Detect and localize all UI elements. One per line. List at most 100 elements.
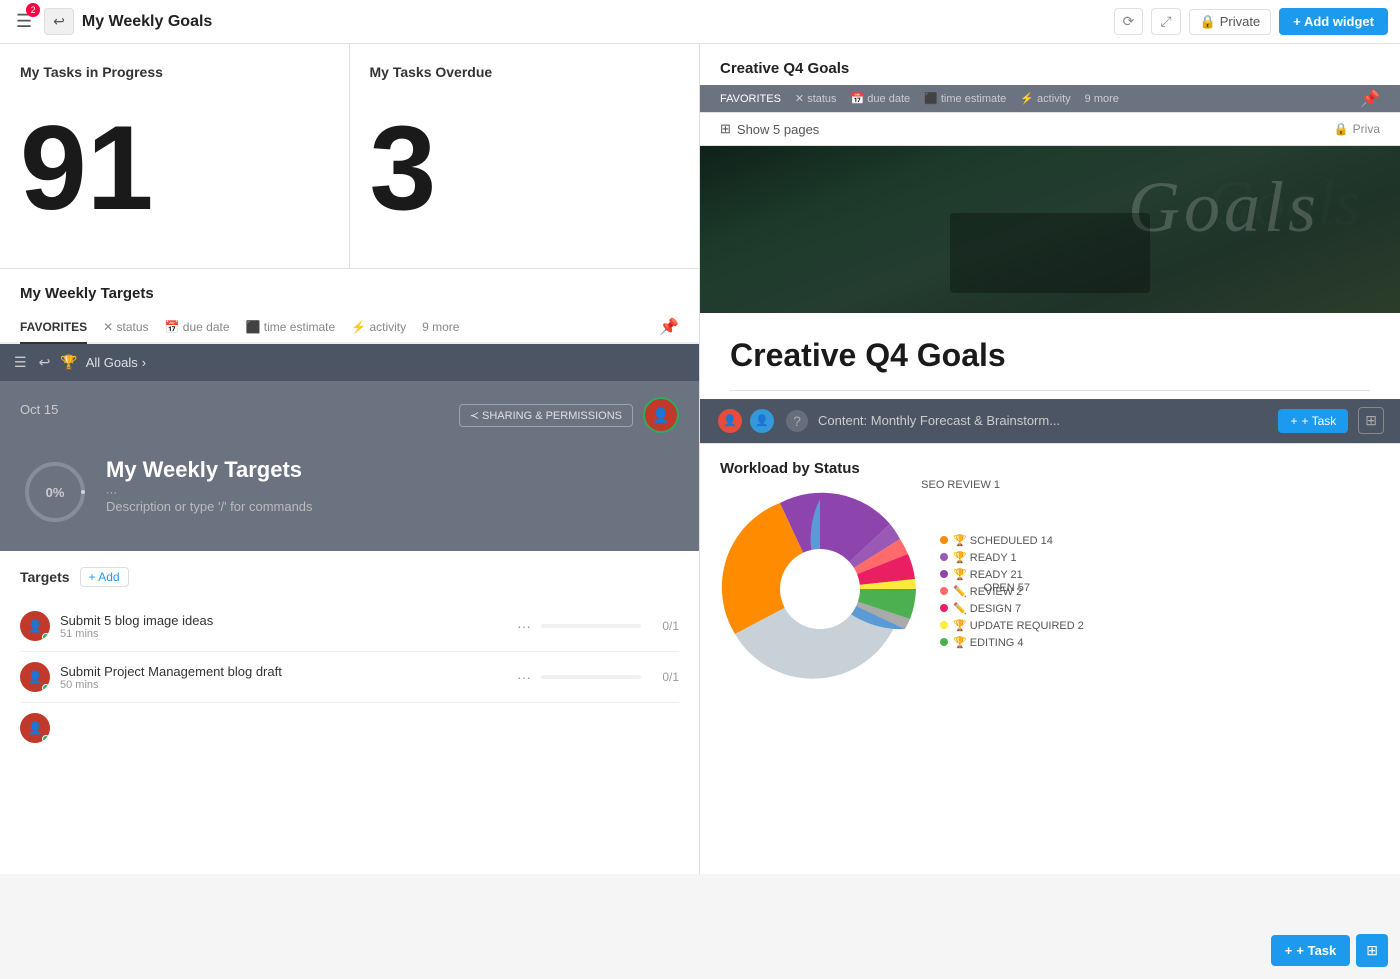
fullscreen-button[interactable]: ⤢ — [1151, 8, 1180, 35]
chevron-right-icon: › — [142, 355, 146, 370]
target-online-dot-2 — [42, 684, 50, 692]
private-button[interactable]: 🔒 Private — [1189, 9, 1272, 35]
target-time-1: 51 mins — [60, 628, 507, 640]
inner-goals-panel: ☰ ↩ 🏆 All Goals › Oct 15 ≺ SHARING & PER… — [0, 344, 699, 551]
creative-tab-status[interactable]: ✕ status — [795, 85, 837, 112]
inner-hamburger-button[interactable]: ☰ — [12, 352, 29, 373]
add-task-button[interactable]: + + Task — [1278, 409, 1348, 433]
legend-dot-review — [940, 587, 948, 595]
legend-design: ✏️ DESIGN 7 — [940, 602, 1380, 615]
inner-goals-content: Oct 15 ≺ SHARING & PERMISSIONS 👤 — [0, 381, 699, 551]
right-column: Creative Q4 Goals FAVORITES ✕ status 📅 d… — [700, 44, 1400, 874]
add-target-button[interactable]: + Add — [80, 567, 129, 587]
fab-plus-icon: + — [1285, 943, 1293, 958]
target-dots-1[interactable]: ··· — [517, 618, 531, 634]
tasks-in-progress-widget: My Tasks in Progress 91 — [0, 44, 350, 268]
creative-bottom-bar: 👤 👤 ? Content: Monthly Forecast & Brains… — [700, 399, 1400, 443]
notification-badge: ☰ 2 — [12, 7, 36, 36]
tasks-overdue-widget: My Tasks Overdue 3 — [350, 44, 700, 268]
inner-back-button[interactable]: ↩ — [37, 352, 53, 373]
targets-label: Targets — [20, 569, 70, 585]
target-online-dot-3 — [42, 735, 50, 743]
tab-time-estimate[interactable]: ⬛ time estimate — [246, 312, 336, 342]
workload-title: Workload by Status — [720, 460, 1380, 477]
tasks-overdue-count: 3 — [370, 88, 680, 248]
goal-section: 0% My Weekly Targets ··· Description or … — [20, 449, 679, 535]
private-pages-text: Priva — [1353, 122, 1380, 136]
creative-tab-activity[interactable]: ⚡ activity — [1020, 85, 1070, 112]
legend-dot-editing — [940, 638, 948, 646]
pie-chart-svg — [720, 489, 920, 689]
target-dots-2[interactable]: ··· — [517, 669, 531, 685]
tab-status[interactable]: ✕ status — [103, 312, 148, 342]
target-item-3: 👤 — [20, 703, 679, 753]
tab-favorites[interactable]: FAVORITES — [20, 312, 87, 344]
legend-ready-1: 🏆 READY 1 — [940, 551, 1380, 564]
goal-description: Description or type '/' for commands — [106, 499, 679, 514]
date-label: Oct 15 — [20, 402, 58, 417]
legend-editing: 🏆 EDITING 4 — [940, 636, 1380, 649]
target-progress-bar-1 — [541, 624, 641, 628]
weekly-targets-header: My Weekly Targets — [0, 269, 699, 302]
target-time-2: 50 mins — [60, 679, 507, 691]
page-title: My Weekly Goals — [82, 13, 212, 31]
private-label: Private — [1220, 14, 1260, 29]
breadcrumb-label: All Goals — [86, 355, 138, 370]
inner-goals-header: ☰ ↩ 🏆 All Goals › — [0, 344, 699, 381]
target-progress-bar-2 — [541, 675, 641, 679]
creative-tab-time-estimate[interactable]: ⬛ time estimate — [924, 85, 1006, 112]
add-widget-button[interactable]: + Add widget — [1279, 8, 1388, 35]
fab-grid-button[interactable]: ⊞ — [1356, 934, 1388, 967]
bottom-right-bar: + + Task ⊞ — [1271, 934, 1388, 967]
page-divider — [730, 390, 1370, 391]
content-preview-text: Content: Monthly Forecast & Brainstorm..… — [818, 413, 1268, 428]
target-info-1: Submit 5 blog image ideas 51 mins — [60, 613, 507, 640]
creative-tabs-bar: FAVORITES ✕ status 📅 due date ⬛ time est… — [700, 85, 1400, 113]
legend-dot-scheduled — [940, 536, 948, 544]
target-count-1: 0/1 — [651, 619, 679, 633]
bottom-avatar-2: 👤 — [748, 407, 776, 435]
sharing-permissions-button[interactable]: ≺ SHARING & PERMISSIONS — [459, 404, 633, 427]
help-icon[interactable]: ? — [786, 410, 808, 432]
refresh-button[interactable]: ⟳ — [1114, 8, 1144, 35]
workload-section: Workload by Status — [700, 443, 1400, 875]
tab-more[interactable]: 9 more — [422, 312, 459, 342]
creative-tab-due-date[interactable]: 📅 due date — [851, 85, 911, 112]
creative-page-row: ⊞ Show 5 pages 🔒 Priva — [700, 113, 1400, 146]
pie-chart-container: SEO REVIEW 1 OPEN 57 — [720, 489, 920, 694]
label-open: OPEN 57 — [984, 582, 1030, 594]
legend-update-required: 🏆 UPDATE REQUIRED 2 — [940, 619, 1380, 632]
inner-breadcrumb[interactable]: All Goals › — [86, 355, 146, 370]
user-avatar: 👤 — [643, 397, 679, 433]
progress-text: 0% — [46, 485, 65, 500]
plus-icon: + — [1290, 414, 1297, 428]
target-count-2: 0/1 — [651, 670, 679, 684]
creative-page-title: Creative Q4 Goals — [700, 313, 1400, 390]
lock-icon: 🔒 — [1200, 14, 1216, 30]
tab-activity[interactable]: ⚡ activity — [351, 312, 406, 342]
task-label: + Task — [1301, 414, 1336, 428]
creative-tab-more[interactable]: 9 more — [1085, 86, 1119, 112]
tab-due-date[interactable]: 📅 due date — [165, 312, 230, 342]
workload-content: SEO REVIEW 1 OPEN 57 🏆 SCHEDULED 14 🏆 RE… — [720, 489, 1380, 694]
weekly-targets-section: My Weekly Targets FAVORITES ✕ status 📅 d… — [0, 269, 699, 874]
grid-view-button[interactable]: ⊞ — [1358, 407, 1384, 434]
more-options-icon[interactable]: ··· — [106, 487, 679, 499]
show-pages-label[interactable]: Show 5 pages — [737, 122, 819, 137]
inner-top-row: Oct 15 ≺ SHARING & PERMISSIONS 👤 — [20, 397, 679, 433]
pages-icon: ⊞ — [720, 121, 731, 137]
back-button[interactable]: ↩ — [44, 8, 74, 35]
legend-dot-design — [940, 604, 948, 612]
legend-dot-ready1 — [940, 553, 948, 561]
fab-task-button[interactable]: + + Task — [1271, 935, 1350, 966]
target-avatar-3: 👤 — [20, 713, 50, 743]
pin-icon[interactable]: 📌 — [659, 317, 679, 337]
goal-info: My Weekly Targets ··· Description or typ… — [106, 457, 679, 514]
target-avatar-2: 👤 — [20, 662, 50, 692]
goal-name: My Weekly Targets — [106, 457, 679, 483]
target-item-1: 👤 Submit 5 blog image ideas 51 mins ··· … — [20, 601, 679, 652]
creative-pin-icon[interactable]: 📌 — [1360, 89, 1380, 109]
creative-tab-favorites[interactable]: FAVORITES — [720, 86, 781, 112]
targets-header: Targets + Add — [20, 567, 679, 587]
lock-small-icon: 🔒 — [1334, 122, 1349, 136]
